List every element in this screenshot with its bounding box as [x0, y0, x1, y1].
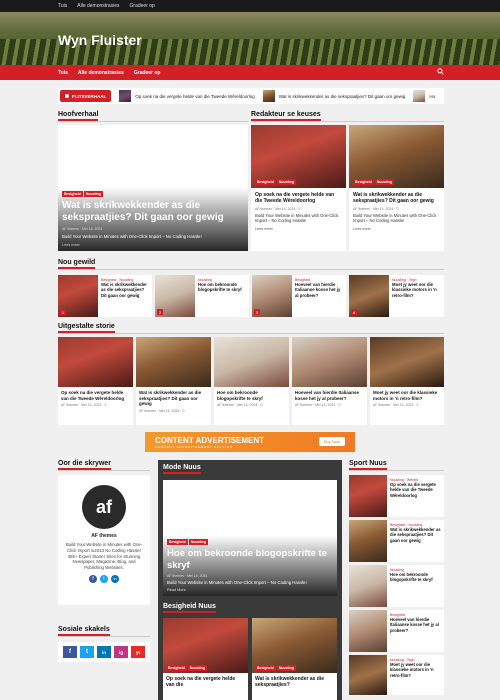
author-widget: af AF themes Build Your Website in Minut…	[58, 475, 150, 605]
featured-card[interactable]: Hoeveel van hierdie Italiaanse kosse het…	[292, 337, 367, 425]
featured-card[interactable]: Hoe om bekroonde blogopskrifte te skryf A…	[214, 337, 289, 425]
featured-card[interactable]: Op soek na die vergete helde van die Twe…	[58, 337, 133, 425]
facebook-icon[interactable]: f	[63, 646, 77, 658]
topbar-link-upgrade[interactable]: Gradeer op	[130, 3, 155, 9]
site-title[interactable]: Wyn Fluister	[58, 32, 142, 48]
popular-item[interactable]: 4 Nuusting · Tegn Moet jy weet oor die kl…	[349, 275, 444, 317]
business-card[interactable]: Besigheid Nuusting Op soek na die vergete…	[163, 618, 248, 700]
popular-item[interactable]: 1 Besigheid · Nuusting Wat is skrikwekken…	[58, 275, 152, 317]
editor-card[interactable]: Besigheid Nuusting Op soek na die vergete…	[251, 125, 346, 251]
nav-home[interactable]: Tuis	[58, 70, 68, 76]
business-card[interactable]: Besigheid Nuusting Wat is skrikwekkender …	[252, 618, 337, 700]
author-bio: Build Your Website in Minutes with One-C…	[65, 542, 143, 571]
excerpt: Build Your Website in Minutes with One-C…	[62, 234, 202, 239]
section-header-featured: Uitgestalte storie	[58, 323, 444, 334]
editor-title[interactable]: Op soek na die vergete helde van die Twe…	[255, 192, 342, 205]
mode-story[interactable]: Besigheid Nuusting Hoe om bekroonde blogo…	[163, 480, 337, 596]
instagram-icon[interactable]: ig	[114, 646, 128, 658]
section-header-editor: Redakteur se keuses	[251, 111, 444, 122]
read-more-link[interactable]: Lees meer	[353, 227, 440, 231]
editor-card[interactable]: Besigheid Nuusting Wat is skrikwekkender …	[349, 125, 444, 251]
main-story[interactable]: Besigheid Nuusting Wat is skrikwekkender …	[58, 125, 248, 251]
section-header-business: Besigheid Nuus	[163, 603, 216, 613]
author-name: AF themes	[91, 533, 117, 539]
topbar-link-demos[interactable]: Alle demonstrasies	[77, 3, 119, 9]
popular-item[interactable]: 3 Besigheid Hoeveel van hierdie Italiaans…	[252, 275, 346, 317]
ad-subtitle: CONTENT ADVERTISEMENT SECTION	[155, 444, 233, 449]
popular-item[interactable]: 2 Nuusting Hoe om bekroonde blogopskrifte…	[155, 275, 249, 317]
section-header-mode: Mode Nuus	[163, 464, 201, 474]
featured-card[interactable]: Moet jy weet oor die klassieke motors in…	[370, 337, 444, 425]
top-bar: Tuis Alle demonstrasies Gradeer op	[0, 0, 500, 12]
ticker-label: FLITSVERHAAL	[60, 90, 112, 102]
ad-buy-button[interactable]: Buy Now	[318, 437, 345, 446]
linkedin-icon[interactable]: in	[97, 646, 111, 658]
sport-item[interactable]: Nuusting Hoe om bekroonde blogopskrifte t…	[349, 565, 444, 607]
facebook-icon[interactable]: f	[89, 574, 97, 583]
search-icon[interactable]	[437, 68, 444, 77]
ad-banner[interactable]: CONTENT ADVERTISEMENT CONTENT ADVERTISEM…	[145, 432, 355, 452]
youtube-icon[interactable]: yt	[131, 646, 145, 658]
read-more-link[interactable]: Read More	[167, 588, 333, 592]
badge[interactable]: Besigheid	[62, 191, 83, 197]
ticker-item[interactable]: Op soek na die vergete helde van die Twe…	[119, 90, 255, 102]
read-more-link[interactable]: Lees meer	[62, 243, 244, 247]
section-header-popular: Nou gewild	[58, 259, 444, 270]
badge[interactable]: Nuusting	[83, 191, 103, 197]
social-links: f t in ig yt	[58, 642, 150, 662]
twitter-icon[interactable]: t	[100, 574, 108, 583]
mode-story-title[interactable]: Hoe om bekroonde blogopskrifte te skryf	[167, 548, 333, 571]
featured-card[interactable]: Wat is skrikwekkender as die sekspraatji…	[136, 337, 211, 425]
editor-title[interactable]: Wat is skrikwekkender as die sekspraatji…	[353, 192, 440, 205]
date: Mei 14, 2024	[82, 227, 103, 231]
nav-demos[interactable]: Alle demonstrasies	[78, 70, 124, 76]
topbar-link-home[interactable]: Tuis	[58, 3, 67, 9]
sport-item[interactable]: Nuusting · Tegn Moet jy weet oor die klas…	[349, 655, 444, 695]
author[interactable]: AF themes	[62, 227, 79, 231]
author-avatar: af	[82, 485, 126, 529]
section-header-author: Oor die skrywer	[58, 460, 150, 471]
ad-title: CONTENT ADVERTISEMENT	[155, 435, 265, 445]
section-header-sport: Sport Nuus	[349, 460, 444, 471]
read-more-link[interactable]: Lees meer	[255, 227, 342, 231]
sport-item[interactable]: Besigheid · Nuusting Wat is skrikwekkende…	[349, 520, 444, 562]
ticker-item[interactable]: Ho	[413, 90, 435, 102]
main-nav: Tuis Alle demonstrasies Gradeer op	[0, 65, 500, 80]
ticker-item[interactable]: Wat is skrikwekkender as die sekspraatji…	[262, 90, 405, 102]
linkedin-icon[interactable]: in	[111, 574, 119, 583]
main-story-title[interactable]: Wat is skrikwekkender as die sekspraatji…	[62, 200, 244, 224]
section-header-main: Hoofverhaal	[58, 111, 248, 122]
nav-upgrade[interactable]: Gradeer op	[134, 70, 161, 76]
twitter-icon[interactable]: t	[80, 646, 94, 658]
sport-item[interactable]: Besigheid Hoeveel van hierdie Italiaanse …	[349, 610, 444, 652]
sport-item[interactable]: Nuusting · Wêreld Op soek na die vergete …	[349, 475, 444, 517]
breaking-ticker: FLITSVERHAAL Op soek na die vergete held…	[58, 88, 444, 104]
section-header-social: Sosiale skakels	[58, 626, 150, 637]
